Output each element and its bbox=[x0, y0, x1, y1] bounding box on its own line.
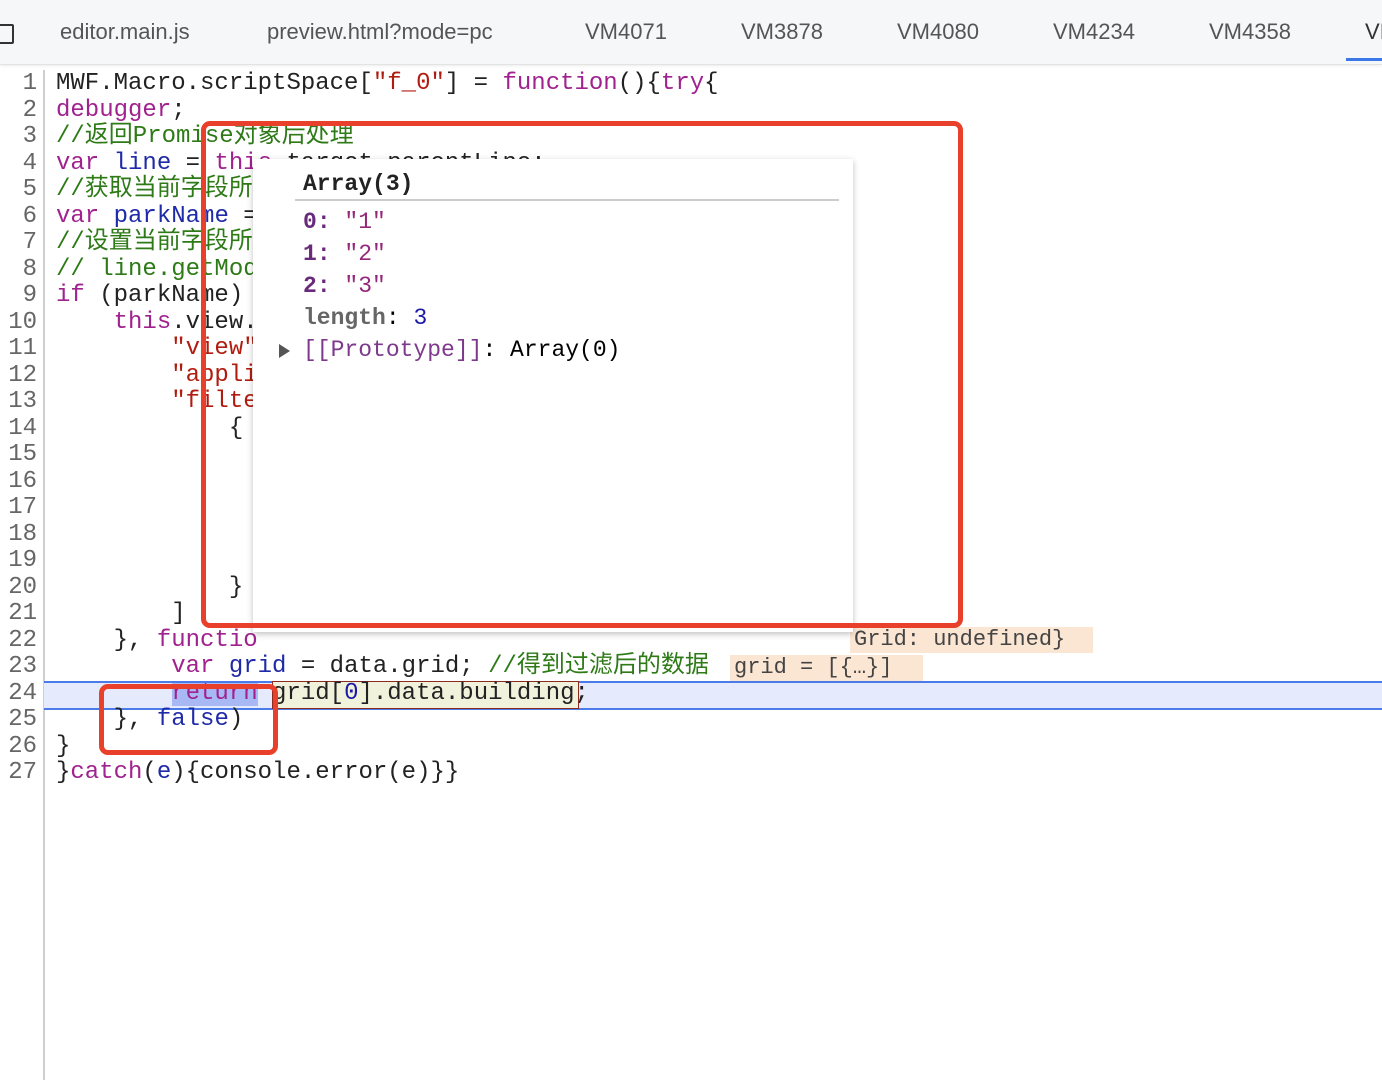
code-token: ] bbox=[56, 600, 186, 627]
inline-value-grid-var: grid = [{…}] bbox=[730, 655, 923, 681]
line-number[interactable]: 4 bbox=[23, 150, 37, 178]
code-token: function bbox=[502, 70, 618, 97]
code-line: }, functio bbox=[56, 626, 258, 655]
line-number[interactable]: 23 bbox=[8, 653, 37, 681]
code-token: var bbox=[171, 653, 215, 680]
line-number[interactable]: 8 bbox=[23, 256, 37, 284]
code-line: } bbox=[56, 732, 71, 761]
line-number[interactable]: 19 bbox=[8, 547, 37, 575]
tab-vm4071[interactable]: VM4071 bbox=[585, 19, 667, 45]
code-token: 0 bbox=[344, 679, 359, 707]
code-token: "f_0" bbox=[372, 70, 445, 97]
code-token: catch bbox=[70, 759, 143, 786]
code-token: e bbox=[156, 759, 172, 786]
line-number[interactable]: 2 bbox=[23, 97, 37, 125]
code-token: = data.grid; bbox=[286, 653, 489, 680]
code-token: ( bbox=[142, 759, 157, 786]
line-number[interactable]: 27 bbox=[8, 759, 37, 787]
code-token: }, bbox=[56, 626, 157, 654]
line-number[interactable]: 21 bbox=[8, 600, 37, 628]
code-token: functio bbox=[156, 626, 258, 654]
line-number[interactable]: 11 bbox=[8, 335, 37, 363]
inline-value-grid: Grid: undefined} bbox=[850, 627, 1093, 653]
line-number-gutter: 1 2 3 4 5 6 7 8 9 10 11 12 13 14 15 16 17 18 19 20 21 22 23 24 2… bbox=[0, 70, 45, 1080]
line-number[interactable]: 15 bbox=[8, 441, 37, 469]
line-number[interactable]: 18 bbox=[8, 521, 37, 549]
code-line: var grid = data.grid; //得到过滤后的数据 bbox=[56, 653, 709, 681]
code-line: MWF.Macro.scriptSpace["f_0"] = function(… bbox=[56, 70, 719, 98]
code-token: { bbox=[704, 70, 719, 97]
code-token: } bbox=[56, 759, 71, 786]
tab-bar: editor.main.js preview.html?mode=pc VM4071… bbox=[0, 0, 1382, 65]
code-line: debugger; bbox=[56, 96, 186, 125]
line-number[interactable]: 5 bbox=[23, 176, 37, 204]
line-number[interactable]: 9 bbox=[23, 282, 37, 310]
line-number[interactable]: 14 bbox=[8, 415, 37, 443]
code-token: ] = bbox=[444, 70, 503, 97]
code-line: }catch(e){console.error(e)}} bbox=[56, 759, 460, 787]
tab-vi[interactable]: VI bbox=[1365, 19, 1382, 45]
tab-preview-html-mode-pc[interactable]: preview.html?mode=pc bbox=[267, 19, 493, 45]
code-line: ] bbox=[56, 600, 186, 628]
code-token: var bbox=[56, 149, 100, 177]
code-token: (){ bbox=[617, 70, 661, 97]
code-token: ){console.error(e)}} bbox=[171, 759, 460, 786]
code-token: this bbox=[113, 308, 172, 336]
annotation-box-popover bbox=[201, 121, 963, 628]
tab-vm3878[interactable]: VM3878 bbox=[741, 19, 823, 45]
line-number[interactable]: 22 bbox=[8, 627, 37, 655]
code-token: if bbox=[56, 282, 85, 309]
tab-vm4234[interactable]: VM4234 bbox=[1053, 19, 1135, 45]
line-number[interactable]: 7 bbox=[23, 229, 37, 257]
line-number[interactable]: 24 bbox=[8, 680, 37, 708]
code-token: } bbox=[56, 732, 71, 760]
code-token: var bbox=[56, 202, 100, 230]
code-token: MWF.Macro.scriptSpace[ bbox=[56, 70, 373, 97]
line-number[interactable]: 13 bbox=[8, 388, 37, 416]
line-number[interactable]: 6 bbox=[23, 203, 37, 231]
code-token: //得到过滤后的数据 bbox=[488, 653, 709, 680]
active-tab-indicator bbox=[1346, 58, 1382, 61]
line-number[interactable]: 20 bbox=[8, 574, 37, 602]
line-number[interactable]: 17 bbox=[8, 494, 37, 522]
line-number[interactable]: 16 bbox=[8, 468, 37, 496]
line-number[interactable]: 10 bbox=[8, 309, 37, 337]
code-token: ; bbox=[171, 96, 186, 124]
code-token: grid bbox=[228, 653, 287, 680]
line-number[interactable]: 3 bbox=[23, 123, 37, 151]
code-token: debugger bbox=[56, 96, 172, 124]
code-token: try bbox=[660, 70, 705, 97]
line-number[interactable]: 26 bbox=[8, 733, 37, 761]
tab-vm4080[interactable]: VM4080 bbox=[897, 19, 979, 45]
tab-vm4358[interactable]: VM4358 bbox=[1209, 19, 1291, 45]
annotation-box-return bbox=[99, 684, 278, 755]
tab-editor-main-js[interactable]: editor.main.js bbox=[60, 19, 190, 45]
code-token: ].data.building; bbox=[358, 679, 589, 707]
code-token: line bbox=[113, 149, 172, 177]
line-number[interactable]: 1 bbox=[23, 70, 37, 98]
line-number[interactable]: 12 bbox=[8, 362, 37, 390]
toggle-navigator-icon[interactable] bbox=[0, 24, 14, 44]
line-number[interactable]: 25 bbox=[8, 706, 37, 734]
